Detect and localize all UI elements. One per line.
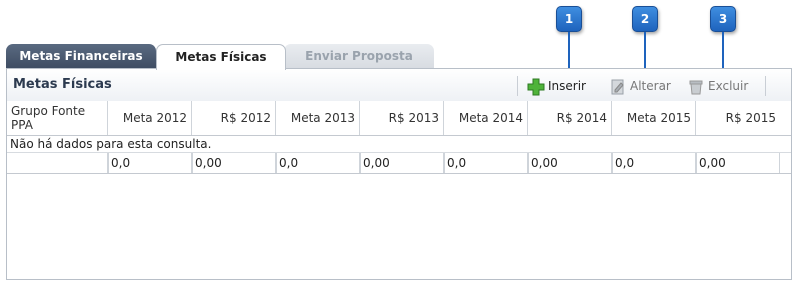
- col-rs-2015[interactable]: R$ 2015: [696, 101, 780, 135]
- totals-row: 0,0 0,00 0,0 0,00 0,0 0,00 0,0 0,00: [7, 153, 791, 174]
- callout-badge-2: 2: [632, 6, 658, 32]
- trash-icon: [687, 78, 705, 96]
- plus-icon: [527, 78, 545, 96]
- col-grupo-fonte-ppa[interactable]: Grupo Fonte PPA: [7, 101, 108, 135]
- edit-label: Alterar: [630, 79, 671, 93]
- callout-1: 1: [556, 6, 582, 80]
- empty-message: Não há dados para esta consulta.: [7, 136, 791, 153]
- total-cell-rs-2014: 0,00: [528, 153, 612, 173]
- callout-2: 2: [632, 6, 658, 80]
- total-cell-meta-2013: 0,0: [276, 153, 360, 173]
- insert-button[interactable]: Inserir: [527, 76, 586, 96]
- total-cell-meta-2014: 0,0: [444, 153, 528, 173]
- delete-label: Excluir: [708, 79, 749, 93]
- panel-header: Metas Físicas Inserir Alterar Excluir: [7, 69, 791, 102]
- col-rs-2013[interactable]: R$ 2013: [360, 101, 444, 135]
- total-cell-rs-2012: 0,00: [192, 153, 276, 173]
- total-cell-rs-2015: 0,00: [696, 153, 780, 173]
- total-cell-meta-2015: 0,0: [612, 153, 696, 173]
- col-rs-2012[interactable]: R$ 2012: [192, 101, 276, 135]
- insert-label: Inserir: [548, 79, 586, 93]
- total-cell-grupo: [7, 153, 108, 173]
- col-meta-2015[interactable]: Meta 2015: [612, 101, 696, 135]
- edit-button[interactable]: Alterar: [609, 76, 671, 96]
- metas-grid: Grupo Fonte PPA Meta 2012 R$ 2012 Meta 2…: [7, 101, 791, 174]
- tab-metas-financeiras[interactable]: Metas Financeiras: [6, 44, 156, 68]
- total-cell-rs-2013: 0,00: [360, 153, 444, 173]
- callout-3: 3: [710, 6, 736, 80]
- grid-header-row: Grupo Fonte PPA Meta 2012 R$ 2012 Meta 2…: [7, 101, 791, 136]
- metas-fisicas-panel: Metas Físicas Inserir Alterar Excluir Gr…: [6, 68, 792, 280]
- toolbar-separator-end: [765, 76, 766, 96]
- toolbar-separator: [517, 76, 518, 96]
- tab-metas-fisicas[interactable]: Metas Físicas: [156, 44, 286, 70]
- delete-button[interactable]: Excluir: [687, 76, 748, 96]
- col-rs-2014[interactable]: R$ 2014: [528, 101, 612, 135]
- tab-enviar-proposta[interactable]: Enviar Proposta: [284, 44, 434, 68]
- panel-title: Metas Físicas: [13, 77, 112, 92]
- edit-document-icon: [609, 78, 627, 96]
- total-cell-meta-2012: 0,0: [108, 153, 192, 173]
- callout-badge-1: 1: [556, 6, 582, 32]
- tab-bar: Metas Financeiras Metas Físicas Enviar P…: [6, 44, 456, 70]
- col-meta-2014[interactable]: Meta 2014: [444, 101, 528, 135]
- col-meta-2012[interactable]: Meta 2012: [108, 101, 192, 135]
- toolbar: Inserir Alterar Excluir: [517, 76, 769, 96]
- callout-badge-3: 3: [710, 6, 736, 32]
- col-meta-2013[interactable]: Meta 2013: [276, 101, 360, 135]
